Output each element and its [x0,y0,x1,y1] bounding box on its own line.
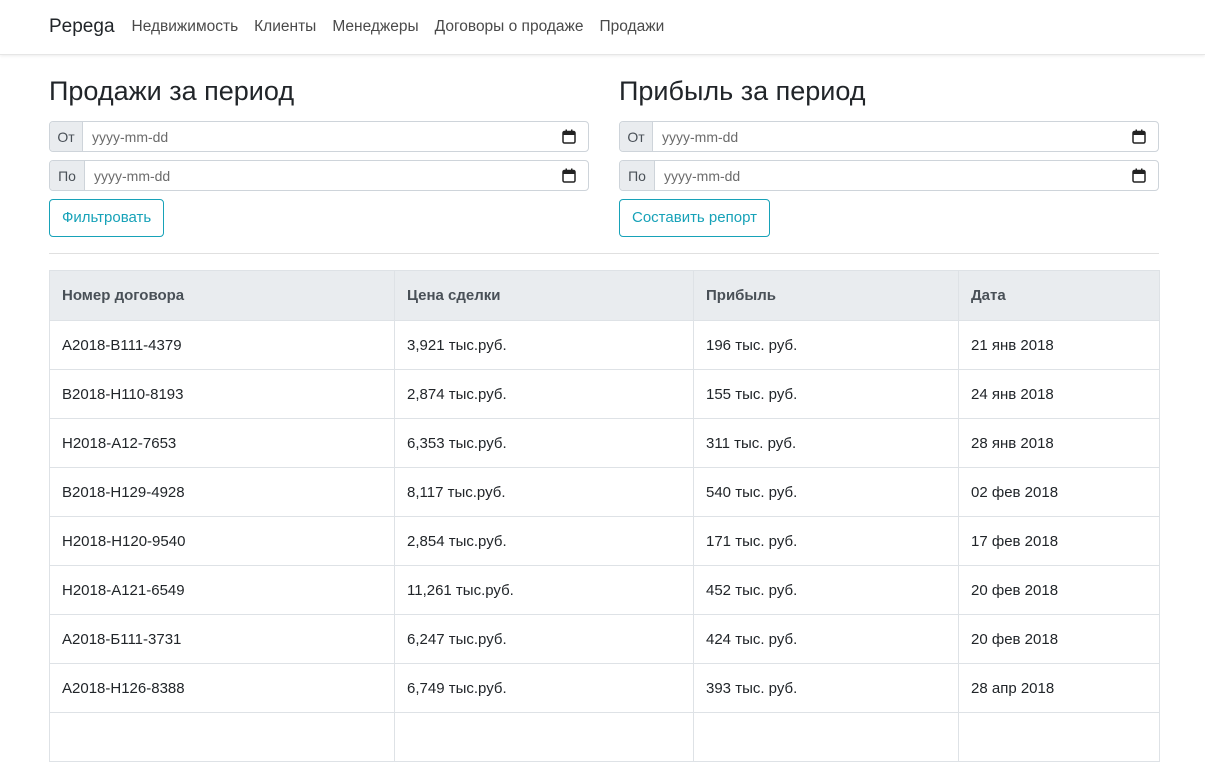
deal-price-cell: 2,874 тыс.руб. [394,369,694,419]
profit-to-group: По yyyy-mm-dd [619,160,1159,191]
table-row: А2018-В111-4379 3,921 тыс.руб. 196 тыс. … [49,320,1160,370]
profit-cell [693,712,959,762]
deal-price-cell: 8,117 тыс.руб. [394,467,694,517]
profit-from-label: От [620,122,653,151]
sales-to-date-input[interactable]: yyyy-mm-dd [85,161,588,190]
profit-cell: 540 тыс. руб. [693,467,959,517]
date-cell: 20 фев 2018 [958,565,1160,615]
contract-number-cell: А2018-В111-4379 [49,320,395,370]
date-cell: 20 фев 2018 [958,614,1160,664]
profit-to-label: По [620,161,655,190]
table-row: Н2018-Н120-9540 2,854 тыс.руб. 171 тыс. … [49,516,1160,566]
sales-from-group: От yyyy-mm-dd [49,121,589,152]
date-cell: 17 фев 2018 [958,516,1160,566]
deal-price-cell: 6,353 тыс.руб. [394,418,694,468]
profit-period-title: Прибыль за период [619,76,866,106]
profit-from-date-input[interactable]: yyyy-mm-dd [653,122,1158,151]
deal-price-cell: 6,749 тыс.руб. [394,663,694,713]
sales-to-placeholder: yyyy-mm-dd [94,167,171,184]
calendar-icon[interactable] [562,129,576,144]
deal-price-cell [394,712,694,762]
filter-button[interactable]: Фильтровать [49,199,165,237]
contract-number-cell: А2018-Б111-3731 [49,614,395,664]
nav-item-managers[interactable]: Менеджеры [332,18,418,36]
calendar-icon[interactable] [1132,129,1146,144]
contract-number-cell: А2018-Н126-8388 [49,663,395,713]
deal-price-cell: 11,261 тыс.руб. [394,565,694,615]
contract-number-cell: Н2018-А12-7653 [49,418,395,468]
sales-table: Номер договора Цена сделки Прибыль Дата … [49,270,1160,762]
deal-price-cell: 6,247 тыс.руб. [394,614,694,664]
table-row: В2018-Н129-4928 8,117 тыс.руб. 540 тыс. … [49,467,1160,517]
profit-cell: 393 тыс. руб. [693,663,959,713]
header-deal-price: Цена сделки [394,270,694,321]
header-profit: Прибыль [693,270,959,321]
date-cell: 28 апр 2018 [958,663,1160,713]
make-report-button[interactable]: Составить репорт [619,199,770,237]
sales-period-title: Продажи за период [49,76,295,106]
date-cell: 21 янв 2018 [958,320,1160,370]
profit-cell: 311 тыс. руб. [693,418,959,468]
date-cell [958,712,1160,762]
date-cell: 28 янв 2018 [958,418,1160,468]
table-row: А2018-Н126-8388 6,749 тыс.руб. 393 тыс. … [49,663,1160,713]
brand-link[interactable]: Pepega [49,16,115,38]
nav-item-clients[interactable]: Клиенты [254,18,316,36]
profit-cell: 155 тыс. руб. [693,369,959,419]
header-date: Дата [958,270,1160,321]
sales-table-wrapper: Номер договора Цена сделки Прибыль Дата … [49,270,1160,762]
sales-to-label: По [50,161,85,190]
calendar-icon[interactable] [1132,168,1146,183]
profit-to-placeholder: yyyy-mm-dd [664,167,741,184]
table-row: Н2018-А12-7653 6,353 тыс.руб. 311 тыс. р… [49,418,1160,468]
calendar-icon[interactable] [562,168,576,183]
nav-item-sale-contracts[interactable]: Договоры о продаже [435,18,584,36]
contract-number-cell: Н2018-Н120-9540 [49,516,395,566]
contract-number-cell [49,712,395,762]
sales-to-group: По yyyy-mm-dd [49,160,589,191]
table-header-row: Номер договора Цена сделки Прибыль Дата [49,270,1160,321]
sales-from-label: От [50,122,83,151]
sales-from-date-input[interactable]: yyyy-mm-dd [83,122,588,151]
nav-item-sales[interactable]: Продажи [600,18,665,36]
contract-number-cell: В2018-Н110-8193 [49,369,395,419]
profit-cell: 171 тыс. руб. [693,516,959,566]
sales-from-placeholder: yyyy-mm-dd [92,128,169,145]
divider [49,253,1159,254]
profit-cell: 452 тыс. руб. [693,565,959,615]
header-contract-number: Номер договора [49,270,395,321]
profit-from-placeholder: yyyy-mm-dd [662,128,739,145]
table-row: Н2018-А121-6549 11,261 тыс.руб. 452 тыс.… [49,565,1160,615]
table-row [49,712,1160,762]
contract-number-cell: Н2018-А121-6549 [49,565,395,615]
table-row: В2018-Н110-8193 2,874 тыс.руб. 155 тыс. … [49,369,1160,419]
profit-cell: 424 тыс. руб. [693,614,959,664]
nav-item-realty[interactable]: Недвижимость [132,18,239,36]
navbar: Pepega Недвижимость Клиенты Менеджеры До… [0,0,1205,55]
profit-cell: 196 тыс. руб. [693,320,959,370]
profit-from-group: От yyyy-mm-dd [619,121,1159,152]
table-row: А2018-Б111-3731 6,247 тыс.руб. 424 тыс. … [49,614,1160,664]
sales-period-panel: Продажи за период От yyyy-mm-dd По yyyy-… [49,72,589,237]
contract-number-cell: В2018-Н129-4928 [49,467,395,517]
profit-to-date-input[interactable]: yyyy-mm-dd [655,161,1158,190]
date-cell: 02 фев 2018 [958,467,1160,517]
profit-period-panel: Прибыль за период От yyyy-mm-dd По yyyy-… [619,72,1159,237]
deal-price-cell: 2,854 тыс.руб. [394,516,694,566]
date-cell: 24 янв 2018 [958,369,1160,419]
deal-price-cell: 3,921 тыс.руб. [394,320,694,370]
